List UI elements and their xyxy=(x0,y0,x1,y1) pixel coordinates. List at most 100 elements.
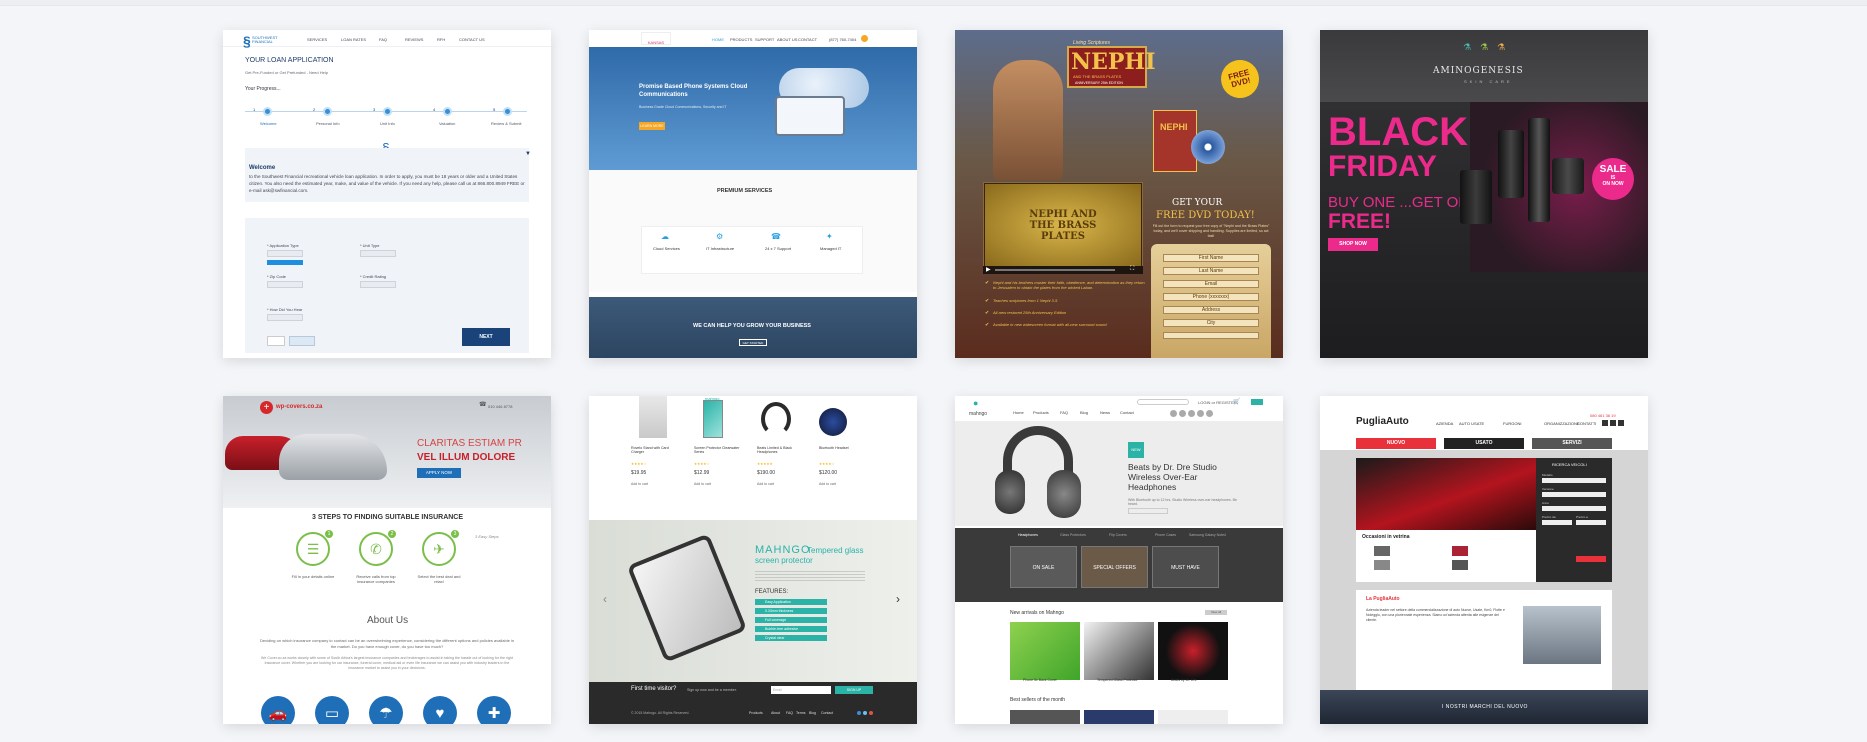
promo-on-sale[interactable]: ON SALE xyxy=(1010,546,1077,588)
view-all-button[interactable]: View all xyxy=(1205,610,1227,615)
product-name[interactable]: Beats Limited & Black Headphones xyxy=(757,446,805,454)
nav-about[interactable]: ABOUT US xyxy=(777,37,797,42)
template-card-puglia-auto[interactable]: PugliaAuto AZIENDA AUTO USATE FURGONI OR… xyxy=(1320,396,1648,724)
nav-auto-usate[interactable]: AUTO USATE xyxy=(1459,421,1484,426)
cart-icon[interactable]: 🛒 xyxy=(1233,398,1240,405)
social-icon[interactable] xyxy=(857,711,861,715)
state-select[interactable] xyxy=(1163,332,1259,339)
nav-products[interactable]: Products xyxy=(1033,410,1049,415)
add-to-cart-link[interactable]: Add to cart xyxy=(694,482,711,486)
application-type-select[interactable] xyxy=(267,250,303,257)
nav-contact[interactable]: Contact xyxy=(1120,410,1134,415)
template-card-cloud-communications[interactable]: KANSAS HOME PRODUCTS SUPPORT ABOUT US CO… xyxy=(589,30,917,358)
add-to-cart-link[interactable]: Add to cart xyxy=(757,482,774,486)
email-field[interactable]: Email xyxy=(1163,280,1259,288)
arrival-name[interactable]: Beats by Dr. Dre xyxy=(1171,678,1197,682)
nav-home[interactable]: HOME xyxy=(712,37,724,42)
showcase-thumb[interactable] xyxy=(1374,546,1390,556)
newsletter-email-input[interactable]: Email xyxy=(771,686,831,694)
nav-support[interactable]: SUPPORT xyxy=(755,37,774,42)
template-card-insurance[interactable]: + wp-covers.co.za ☎ 010 446 8778 CLARITA… xyxy=(223,396,551,724)
referral-select[interactable] xyxy=(267,314,303,321)
arrival-image-3[interactable] xyxy=(1158,622,1228,680)
social-icon[interactable] xyxy=(1188,410,1195,417)
tab-headphones[interactable]: Headphones xyxy=(1018,533,1038,537)
heart-hand-icon[interactable]: ♥ xyxy=(423,696,457,724)
search-input[interactable] xyxy=(1137,399,1189,405)
arrival-name[interactable]: Phone 5c Back Cover xyxy=(1023,678,1057,682)
nav-blog[interactable]: Blog xyxy=(1080,410,1088,415)
next-button[interactable]: NEXT xyxy=(462,328,510,346)
add-to-cart-link[interactable]: Add to cart xyxy=(819,482,836,486)
nav-loan-rates[interactable]: LOAN RATES xyxy=(341,37,366,42)
first-name-field[interactable]: First Name xyxy=(1163,254,1259,262)
quantity-controls[interactable] xyxy=(1128,508,1168,514)
model-select[interactable] xyxy=(1542,478,1606,483)
price-from-select[interactable] xyxy=(1542,520,1572,525)
social-icon[interactable] xyxy=(1610,420,1616,426)
apply-now-button[interactable]: APPLY NOW xyxy=(417,468,461,478)
footer-link[interactable]: About xyxy=(771,711,780,715)
zip-code-field[interactable] xyxy=(267,281,303,288)
card-icon[interactable]: ▭ xyxy=(315,696,349,724)
template-card-aminogenesis[interactable]: ⚗ ⚗ ⚗ AMINOGENESIS SKIN CARE BLACK FRIDA… xyxy=(1320,30,1648,358)
promo-special-offers[interactable]: SPECIAL OFFERS xyxy=(1081,546,1148,588)
template-card-mahngo-shop[interactable]: mahngo Rovelo Stand with Card Charger Sc… xyxy=(589,396,917,724)
product-name[interactable]: Screen Protector Clearwater Series xyxy=(694,446,742,454)
get-started-button[interactable]: GET STARTED xyxy=(739,339,767,346)
video-progress[interactable] xyxy=(995,269,1115,271)
year-select[interactable] xyxy=(1542,506,1606,511)
price-to-select[interactable] xyxy=(1576,520,1606,525)
nav-reviews[interactable]: REVIEWS xyxy=(405,37,423,42)
social-icon[interactable] xyxy=(1602,420,1608,426)
nav-furgoni[interactable]: FURGONI xyxy=(1503,421,1521,426)
umbrella-icon[interactable]: ☂ xyxy=(369,696,403,724)
tab-flip-covers[interactable]: Flip Covers xyxy=(1109,533,1127,537)
shop-now-button[interactable]: SHOP NOW xyxy=(1328,238,1378,251)
template-card-southwest-financial[interactable]: § SOUTHWEST FINANCIAL SERVICES LOAN RATE… xyxy=(223,30,551,358)
product-image-1[interactable] xyxy=(639,396,667,438)
product-image-3[interactable] xyxy=(761,402,791,436)
arrival-name[interactable]: Tempered Glass Protector xyxy=(1097,678,1138,682)
bestseller-image-2[interactable] xyxy=(1084,710,1154,724)
tab-servizi[interactable]: SERVIZI xyxy=(1532,438,1612,449)
tab-galaxy-note4[interactable]: Samsung Galaxy Note4 xyxy=(1189,533,1226,537)
nav-products[interactable]: PRODUCTS xyxy=(730,37,752,42)
phone-field[interactable]: Phone (xxxxxxx) xyxy=(1163,293,1259,301)
nav-contact[interactable]: CONTACT xyxy=(798,37,817,42)
nav-services[interactable]: SERVICES xyxy=(307,37,327,42)
nav-contact[interactable]: CONTACT US xyxy=(459,37,485,42)
nav-rfh[interactable]: RFH xyxy=(437,37,445,42)
car-icon[interactable]: 🚗 xyxy=(261,696,295,724)
footer-link[interactable]: Products xyxy=(749,711,763,715)
footer-link[interactable]: FAQ xyxy=(786,711,793,715)
cart-icon[interactable] xyxy=(861,35,868,42)
account-link[interactable]: LOGIN or REGISTER xyxy=(1198,400,1237,405)
collapse-icon[interactable]: ▼ xyxy=(525,151,531,157)
search-button[interactable] xyxy=(1576,556,1606,562)
cart-count[interactable] xyxy=(1251,399,1263,405)
promo-must-have[interactable]: MUST HAVE xyxy=(1152,546,1219,588)
nav-organizzazione[interactable]: ORGANIZZAZIONE xyxy=(1544,421,1580,426)
nav-azienda[interactable]: AZIENDA xyxy=(1436,421,1453,426)
social-icon[interactable] xyxy=(1179,410,1186,417)
slider-prev-icon[interactable]: ‹ xyxy=(603,592,607,606)
nav-contatti[interactable]: CONTATTI xyxy=(1577,421,1596,426)
footer-link[interactable]: Contact xyxy=(821,711,833,715)
nav-faq[interactable]: FAQ xyxy=(1060,410,1068,415)
version-select[interactable] xyxy=(1542,492,1606,497)
medical-cross-icon[interactable]: ✚ xyxy=(477,696,511,724)
showcase-thumb[interactable] xyxy=(1374,560,1390,570)
arrival-image-1[interactable] xyxy=(1010,622,1080,680)
showcase-thumb[interactable] xyxy=(1452,560,1468,570)
tab-glass-protectors[interactable]: Glass Protectors xyxy=(1060,533,1086,537)
social-icon[interactable] xyxy=(1618,420,1624,426)
last-name-field[interactable]: Last Name xyxy=(1163,267,1259,275)
nav-news[interactable]: News xyxy=(1100,410,1110,415)
unit-type-select[interactable] xyxy=(360,250,396,257)
product-image-2[interactable] xyxy=(703,400,723,438)
showcase-thumb[interactable] xyxy=(1452,546,1468,556)
tab-phone-cases[interactable]: Phone Cases xyxy=(1155,533,1176,537)
add-to-cart-link[interactable]: Add to cart xyxy=(631,482,648,486)
product-image-4[interactable] xyxy=(819,408,847,436)
